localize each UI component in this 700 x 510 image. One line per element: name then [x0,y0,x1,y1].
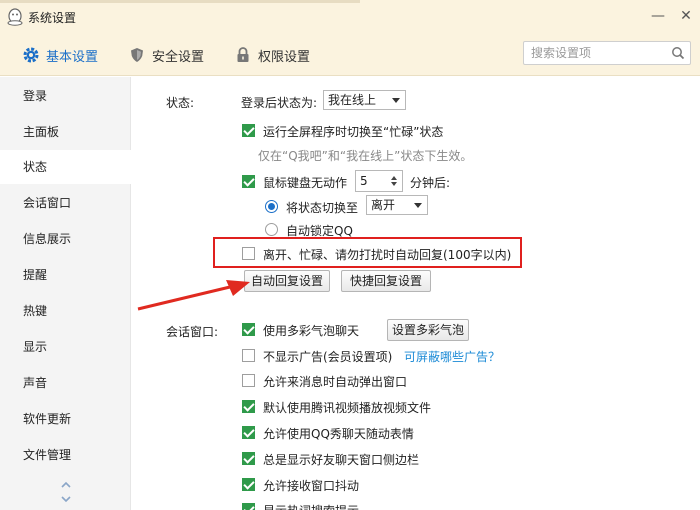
hide-ads-checkbox[interactable] [242,349,255,362]
minimize-button[interactable]: — [650,8,666,24]
window-title: 系统设置 [28,11,77,25]
gear-icon [23,47,39,63]
fullscreen-busy-checkbox[interactable] [242,124,255,137]
tab-basic-settings[interactable]: 基本设置 [22,44,98,66]
idle-suffix: 分钟后: [410,176,451,190]
title-bar: 系统设置 — ✕ [0,0,700,34]
chevron-down-icon[interactable] [60,494,72,504]
dropdown-arrow-icon [392,98,400,103]
tab-permission-settings[interactable]: 权限设置 [234,44,310,66]
title-bar-strip [0,0,360,3]
window-shake-checkbox[interactable] [242,478,255,491]
fullscreen-busy-label: 运行全屏程序时切换至“忙碌”状态 [263,125,444,139]
hotword-hint-label: 显示热词搜索提示 [263,502,359,510]
switch-status-value: 离开 [371,198,396,212]
sidebar-item-info-display[interactable]: 信息展示 [0,222,131,256]
auto-lock-radio[interactable] [265,223,278,236]
search-box[interactable] [523,41,691,65]
tab-label: 基本设置 [46,49,99,65]
login-status-label: 登录后状态为: [241,96,318,110]
tab-security-settings[interactable]: 安全设置 [128,44,204,66]
annotation-arrow-icon [137,280,250,311]
sidebar-item-reminders[interactable]: 提醒 [0,258,131,292]
idle-minutes-value: 5 [360,174,368,188]
sidebar-item-software-update[interactable]: 软件更新 [0,402,131,436]
bubble-settings-button[interactable]: 设置多彩气泡 [387,319,469,341]
colorful-bubble-label: 使用多彩气泡聊天 [263,324,360,338]
qqshow-emoji-checkbox[interactable] [242,426,255,439]
sidebar-item-file-management[interactable]: 文件管理 [0,438,131,472]
tencent-video-label: 默认使用腾讯视频播放视频文件 [263,401,432,415]
switch-status-select[interactable]: 离开 [366,195,428,215]
chevron-up-icon[interactable] [60,480,72,490]
sidebar: 登录 主面板 状态 会话窗口 信息展示 提醒 热键 显示 声音 软件更新 文件管… [0,77,131,510]
idle-label: 鼠标键盘无动作 [263,176,348,190]
sidebar-item-sound[interactable]: 声音 [0,366,131,400]
qqshow-emoji-label: 允许使用QQ秀聊天随动表情 [263,427,414,441]
lock-icon [237,47,249,62]
switch-status-label: 将状态切换至 [286,201,359,215]
idle-checkbox[interactable] [242,175,255,188]
quick-reply-settings-button[interactable]: 快捷回复设置 [341,270,431,292]
chat-section-heading: 会话窗口: [166,325,219,339]
sidebar-item-login[interactable]: 登录 [0,79,131,113]
fullscreen-hint: 仅在“Q我吧”和“我在线上”状态下生效。 [258,149,473,163]
colorful-bubble-checkbox[interactable] [242,323,255,336]
idle-minutes-stepper[interactable]: 5 [355,170,403,192]
sidebar-always-label: 总是显示好友聊天窗口侧边栏 [263,453,420,467]
sidebar-item-chat-window[interactable]: 会话窗口 [0,186,131,220]
qq-penguin-icon [7,8,23,26]
login-status-select[interactable]: 我在线上 [323,90,406,110]
ads-info-link[interactable]: 可屏蔽哪些广告？ [404,348,500,365]
window-shake-label: 允许接收窗口抖动 [263,479,360,493]
shield-icon [131,48,143,62]
auto-popup-checkbox[interactable] [242,374,255,387]
hide-ads-label: 不显示广告(会员设置项) [263,350,393,364]
close-button[interactable]: ✕ [678,8,694,24]
sidebar-always-checkbox[interactable] [242,452,255,465]
stepper-down-icon[interactable] [391,182,397,186]
sidebar-item-display[interactable]: 显示 [0,330,131,364]
login-status-value: 我在线上 [328,93,377,107]
auto-reply-label: 离开、忙碌、请勿打扰时自动回复(100字以内) [263,248,512,262]
tab-label: 权限设置 [258,49,311,65]
auto-popup-label: 允许来消息时自动弹出窗口 [263,375,408,389]
switch-status-radio[interactable] [265,200,278,213]
auto-reply-checkbox[interactable] [242,247,255,260]
sidebar-item-hotkeys[interactable]: 热键 [0,294,131,328]
sidebar-item-main-panel[interactable]: 主面板 [0,115,131,149]
stepper-up-icon[interactable] [391,176,397,180]
status-section-heading: 状态: [166,96,195,110]
hotword-hint-checkbox[interactable] [242,503,255,510]
tencent-video-checkbox[interactable] [242,400,255,413]
tab-label: 安全设置 [152,49,205,65]
search-icon[interactable] [671,46,685,60]
search-input[interactable] [524,42,664,64]
sidebar-item-status[interactable]: 状态 [0,150,131,184]
dropdown-arrow-icon [414,203,422,208]
